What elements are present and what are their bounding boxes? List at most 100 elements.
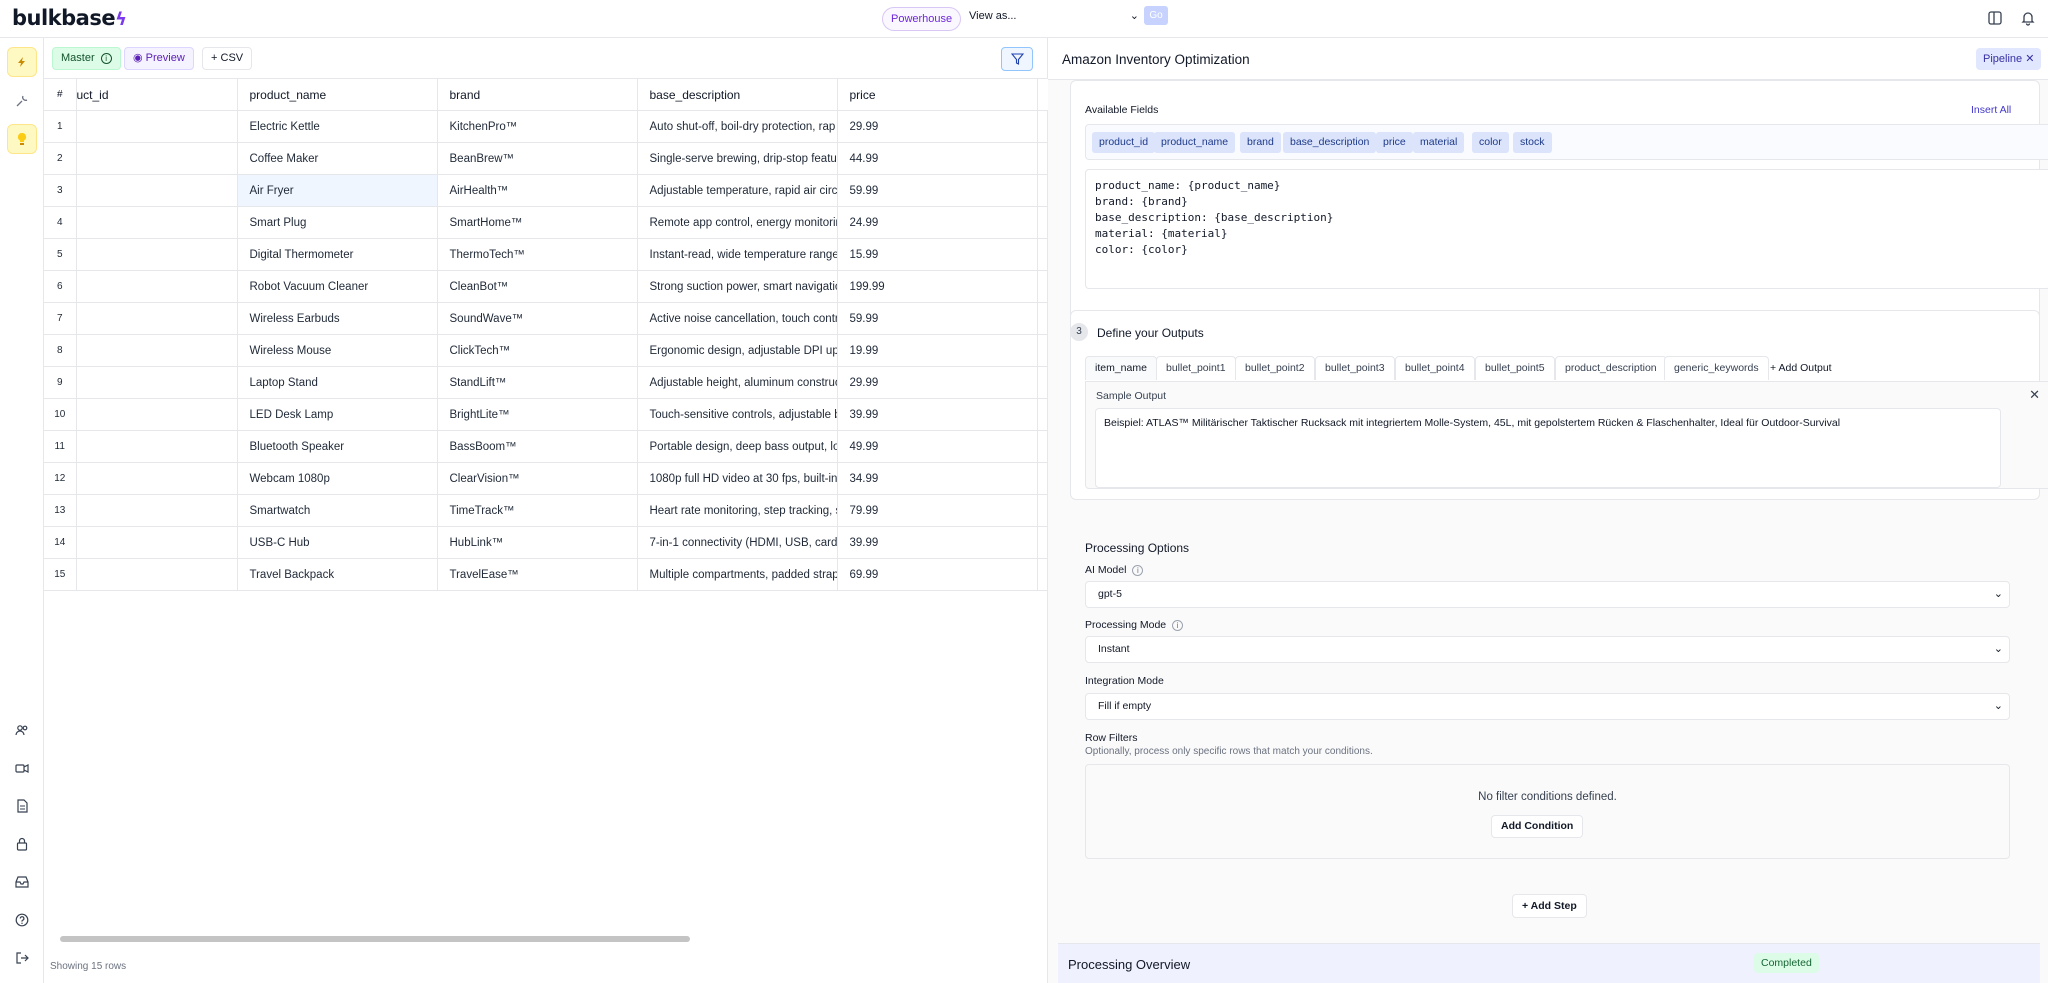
column-header-base-description[interactable]: base_description: [637, 78, 838, 111]
base-description-cell[interactable]: Touch-sensitive controls, adjustable b: [637, 398, 838, 431]
product-id-cell[interactable]: [76, 142, 238, 175]
add-output-button[interactable]: + Add Output: [1770, 362, 1832, 374]
panel-toggle-icon[interactable]: [1987, 10, 2005, 28]
field-chip-product-id[interactable]: product_id: [1092, 132, 1156, 153]
tab-bullet-point2[interactable]: bullet_point2: [1235, 356, 1315, 380]
product-id-cell[interactable]: [76, 174, 238, 207]
row-number-cell[interactable]: 6: [44, 270, 77, 303]
row-number-cell[interactable]: 13: [44, 494, 77, 527]
base-description-cell[interactable]: 1080p full HD video at 30 fps, built-in: [637, 462, 838, 495]
column-header-brand[interactable]: brand: [437, 78, 638, 111]
brand-cell[interactable]: SoundWave™: [437, 302, 638, 335]
row-number-cell[interactable]: 12: [44, 462, 77, 495]
rail-inbox-button[interactable]: [7, 867, 37, 897]
brand-cell[interactable]: SmartHome™: [437, 206, 638, 239]
base-description-cell[interactable]: Adjustable height, aluminum construc: [637, 366, 838, 399]
price-cell[interactable]: 15.99: [837, 238, 1038, 271]
integration-mode-select[interactable]: Fill if empty ⌄: [1085, 693, 2010, 720]
base-description-cell[interactable]: Multiple compartments, padded strap: [637, 558, 838, 591]
product-name-cell[interactable]: Smartwatch: [237, 494, 438, 527]
brand-cell[interactable]: BrightLite™: [437, 398, 638, 431]
row-number-cell[interactable]: 14: [44, 526, 77, 559]
field-chip-base-description[interactable]: base_description: [1283, 132, 1377, 153]
product-name-cell[interactable]: Coffee Maker: [237, 142, 438, 175]
price-cell[interactable]: 19.99: [837, 334, 1038, 367]
row-number-cell[interactable]: 2: [44, 142, 77, 175]
product-id-cell[interactable]: [76, 366, 238, 399]
table-row[interactable]: 13 Smartwatch TimeTrack™ Heart rate monitor…: [44, 494, 1049, 527]
brand-cell[interactable]: ThermoTech™: [437, 238, 638, 271]
master-button[interactable]: Master i: [52, 47, 121, 70]
table-row[interactable]: 7 Wireless Earbuds SoundWave™ Active noise …: [44, 302, 1049, 335]
product-name-cell[interactable]: Digital Thermometer: [237, 238, 438, 271]
product-id-cell[interactable]: [76, 462, 238, 495]
price-cell[interactable]: 199.99: [837, 270, 1038, 303]
row-number-cell[interactable]: 11: [44, 430, 77, 463]
product-name-cell[interactable]: Webcam 1080p: [237, 462, 438, 495]
table-row[interactable]: 2 Coffee Maker BeanBrew™ Single-serve brewi…: [44, 142, 1049, 175]
price-cell[interactable]: 29.99: [837, 366, 1038, 399]
rail-bolt-button[interactable]: [7, 47, 37, 77]
base-description-cell[interactable]: Adjustable temperature, rapid air circu: [637, 174, 838, 207]
rail-tools-button[interactable]: [7, 86, 37, 116]
product-name-cell[interactable]: Travel Backpack: [237, 558, 438, 591]
rail-video-button[interactable]: [7, 753, 37, 783]
brand-cell[interactable]: TravelEase™: [437, 558, 638, 591]
table-row[interactable]: 11 Bluetooth Speaker BassBoom™ Portable des…: [44, 430, 1049, 463]
view-as-select[interactable]: View as... ⌄: [969, 8, 1139, 28]
table-row[interactable]: 4 Smart Plug SmartHome™ Remote app control,…: [44, 206, 1049, 239]
ai-model-select[interactable]: gpt-5 ⌄: [1085, 581, 2010, 608]
remove-output-icon[interactable]: ✕: [2029, 387, 2040, 403]
column-header-rownum[interactable]: #: [44, 78, 77, 111]
tab-generic-keywords[interactable]: generic_keywords: [1664, 356, 1769, 380]
price-cell[interactable]: 79.99: [837, 494, 1038, 527]
base-description-cell[interactable]: Portable design, deep bass output, lo: [637, 430, 838, 463]
brand-cell[interactable]: BassBoom™: [437, 430, 638, 463]
csv-button[interactable]: + CSV: [202, 47, 253, 70]
product-name-cell[interactable]: Smart Plug: [237, 206, 438, 239]
tab-bullet-point1[interactable]: bullet_point1: [1156, 356, 1236, 380]
row-number-cell[interactable]: 15: [44, 558, 77, 591]
price-cell[interactable]: 39.99: [837, 398, 1038, 431]
brand-cell[interactable]: AirHealth™: [437, 174, 638, 207]
price-cell[interactable]: 29.99: [837, 110, 1038, 143]
table-row[interactable]: 1 Electric Kettle KitchenPro™ Auto shut-off…: [44, 110, 1049, 143]
product-name-cell[interactable]: Wireless Earbuds: [237, 302, 438, 335]
brand-cell[interactable]: HubLink™: [437, 526, 638, 559]
field-chip-color[interactable]: color: [1472, 132, 1509, 153]
row-number-cell[interactable]: 8: [44, 334, 77, 367]
field-chip-stock[interactable]: stock: [1513, 132, 1552, 153]
brand-cell[interactable]: CleanBot™: [437, 270, 638, 303]
column-header-product-name[interactable]: product_name: [237, 78, 438, 111]
base-description-cell[interactable]: 7-in-1 connectivity (HDMI, USB, card r: [637, 526, 838, 559]
product-name-cell[interactable]: USB-C Hub: [237, 526, 438, 559]
product-id-cell[interactable]: [76, 270, 238, 303]
product-name-cell[interactable]: Laptop Stand: [237, 366, 438, 399]
rail-docs-button[interactable]: [7, 791, 37, 821]
pipeline-close-button[interactable]: Pipeline ✕: [1976, 48, 2042, 70]
app-logo[interactable]: bulkbaseϟ: [12, 6, 127, 30]
table-row[interactable]: 3 Air Fryer AirHealth™ Adjustable temperatu…: [44, 174, 1049, 207]
add-step-button[interactable]: + Add Step: [1512, 894, 1587, 918]
table-row[interactable]: 8 Wireless Mouse ClickTech™ Ergonomic desig…: [44, 334, 1049, 367]
base-description-cell[interactable]: Single-serve brewing, drip-stop featur: [637, 142, 838, 175]
product-name-cell[interactable]: Air Fryer: [237, 174, 438, 207]
table-row[interactable]: 15 Travel Backpack TravelEase™ Multiple com…: [44, 558, 1049, 591]
workspace-badge[interactable]: Powerhouse: [882, 7, 962, 31]
base-description-cell[interactable]: Remote app control, energy monitorin: [637, 206, 838, 239]
table-row[interactable]: 14 USB-C Hub HubLink™ 7-in-1 connectivity (…: [44, 526, 1049, 559]
product-id-cell[interactable]: [76, 558, 238, 591]
product-name-cell[interactable]: Wireless Mouse: [237, 334, 438, 367]
bell-icon[interactable]: [2020, 10, 2038, 28]
product-name-cell[interactable]: Electric Kettle: [237, 110, 438, 143]
tab-bullet-point5[interactable]: bullet_point5: [1475, 356, 1555, 380]
product-id-cell[interactable]: [76, 238, 238, 271]
table-row[interactable]: 6 Robot Vacuum Cleaner CleanBot™ Strong suc…: [44, 270, 1049, 303]
field-chip-price[interactable]: price: [1376, 132, 1413, 153]
tab-bullet-point4[interactable]: bullet_point4: [1395, 356, 1475, 380]
field-chip-brand[interactable]: brand: [1240, 132, 1281, 153]
tab-product-description[interactable]: product_description: [1555, 356, 1667, 380]
brand-cell[interactable]: BeanBrew™: [437, 142, 638, 175]
go-button[interactable]: Go: [1144, 6, 1168, 25]
processing-mode-select[interactable]: Instant ⌄: [1085, 636, 2010, 663]
